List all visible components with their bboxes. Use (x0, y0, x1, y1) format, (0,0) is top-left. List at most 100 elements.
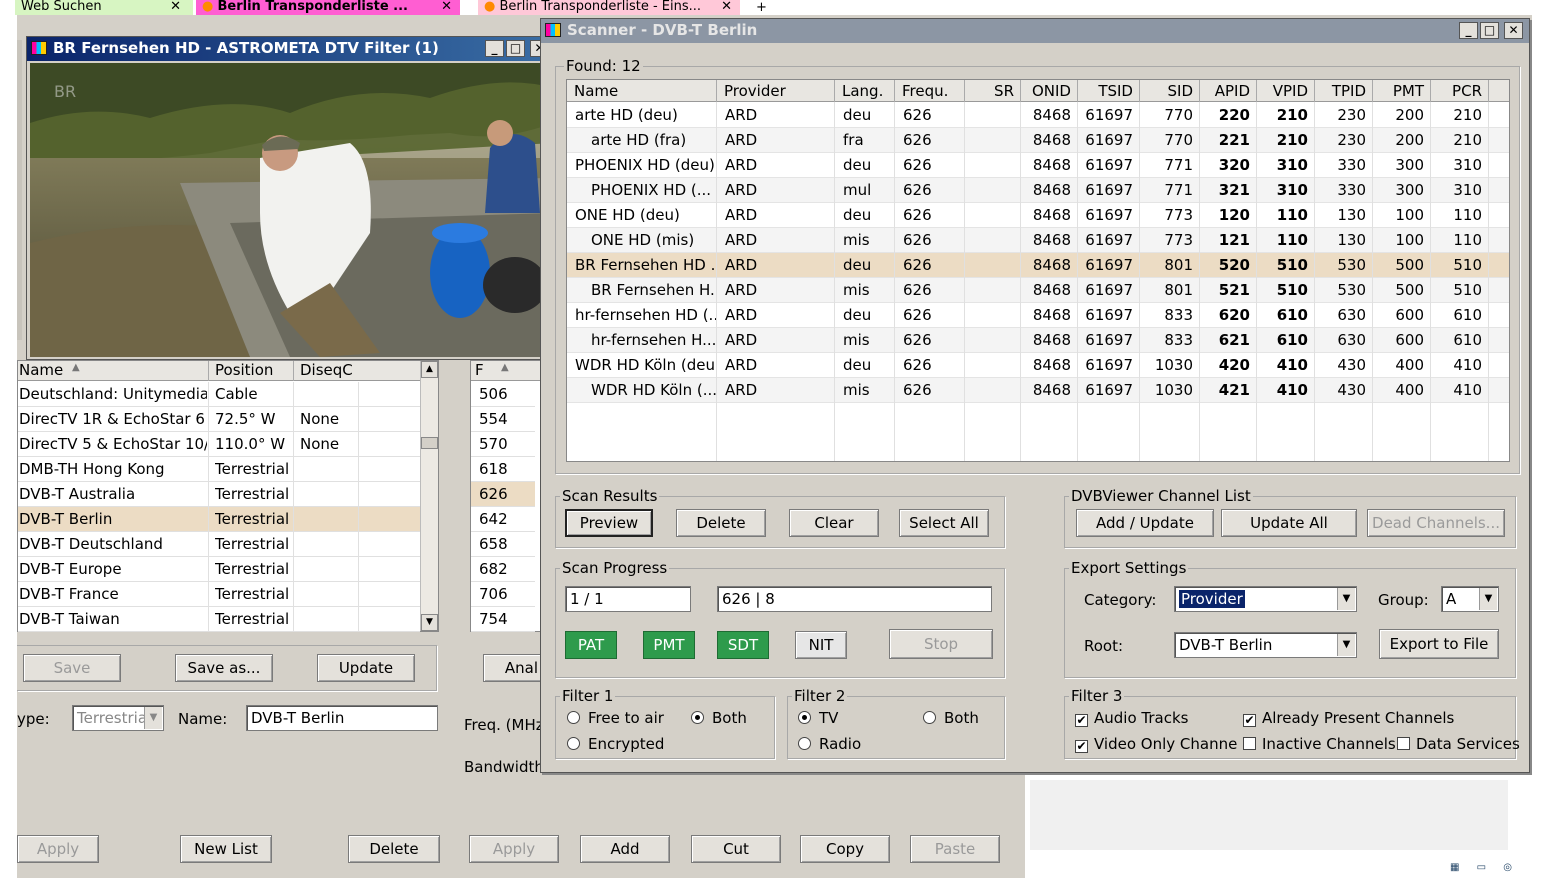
transponder-field[interactable]: 626 | 8 (717, 586, 992, 612)
add-button[interactable]: Add (580, 835, 670, 863)
frequency-row[interactable]: 658 (471, 532, 535, 557)
scrollbar-vertical[interactable]: ▲ ▼ (420, 361, 438, 631)
category-combo[interactable]: Provider ▼ (1174, 586, 1357, 612)
chevron-down-icon[interactable]: ▼ (1337, 634, 1355, 656)
column-header-onid[interactable]: ONID (1021, 80, 1078, 102)
frequency-row[interactable]: 570 (471, 432, 535, 457)
satellite-row[interactable]: DirecTV 5 & EchoStar 10/... 110.0° W None (18, 432, 420, 457)
satellite-row[interactable]: Deutschland: Unitymedia Cable (18, 382, 420, 407)
satellite-row[interactable]: DVB-T Berlin Terrestrial (18, 507, 420, 532)
maximize-icon[interactable]: □ (506, 40, 525, 57)
column-header-vpid[interactable]: VPID (1257, 80, 1315, 102)
dead-channels-button[interactable]: Dead Channels... (1367, 509, 1505, 537)
channel-row[interactable]: WDR HD Köln (deu) ARD deu 626 8468 61697 1030 4… (567, 353, 1509, 378)
channel-row[interactable]: PHOENIX HD (... ARD mul 626 8468 61697 771 321 3… (567, 178, 1509, 203)
channel-row[interactable]: hr-fernsehen H... ARD mis 626 8468 61697 833 62… (567, 328, 1509, 353)
frequency-row[interactable]: 554 (471, 407, 535, 432)
type-combo[interactable]: Terrestria ▼ (72, 705, 164, 731)
list-name-field[interactable]: DVB-T Berlin (246, 705, 438, 731)
scroll-down-icon[interactable]: ▼ (421, 614, 438, 631)
column-header-frequency[interactable]: F (475, 361, 484, 379)
frequency-row[interactable]: 618 (471, 457, 535, 482)
save-button[interactable]: Save (23, 654, 121, 682)
close-icon[interactable]: ✕ (441, 0, 452, 13)
encrypted-radio[interactable]: Encrypted (567, 735, 664, 753)
paste-button[interactable]: Paste (910, 835, 1000, 863)
frequency-row[interactable]: 626 (471, 482, 535, 507)
column-header-apid[interactable]: APID (1200, 80, 1257, 102)
channel-row[interactable]: arte HD (fra) ARD fra 626 8468 61697 770 221 210… (567, 128, 1509, 153)
filter1-both-radio[interactable]: Both (691, 709, 747, 727)
new-list-button[interactable]: New List (180, 835, 272, 863)
channel-row[interactable]: hr-fernsehen HD (... ARD deu 626 8468 61697 83… (567, 303, 1509, 328)
column-header-freq[interactable]: Frequ. (895, 80, 965, 102)
column-header-tsid[interactable]: TSID (1078, 80, 1140, 102)
browser-tab-berlin-2[interactable]: ● Berlin Transponderliste - Eins... ✕ (478, 0, 740, 15)
frequency-row[interactable]: 642 (471, 507, 535, 532)
column-header-sid[interactable]: SID (1140, 80, 1200, 102)
scroll-thumb[interactable] (421, 437, 438, 449)
maximize-icon[interactable]: □ (1480, 22, 1499, 39)
audio-tracks-checkbox[interactable]: ✔ Audio Tracks (1075, 709, 1188, 727)
column-header-tpid[interactable]: TPID (1315, 80, 1373, 102)
update-button[interactable]: Update (317, 654, 415, 682)
root-combo[interactable]: DVB-T Berlin ▼ (1174, 632, 1357, 658)
close-icon[interactable]: ✕ (1504, 22, 1523, 39)
satellite-row[interactable]: DMB-TH Hong Kong Terrestrial (18, 457, 420, 482)
browser-tab-web-suchen[interactable]: Web Suchen ✕ (15, 0, 193, 15)
frequency-row[interactable]: 506 (471, 382, 535, 407)
delete-list-button[interactable]: Delete (348, 835, 440, 863)
satellite-row[interactable]: DVB-T France Terrestrial (18, 582, 420, 607)
tv-radio[interactable]: TV (798, 709, 838, 727)
channel-row[interactable]: PHOENIX HD (deu) ARD deu 626 8468 61697 771 320… (567, 153, 1509, 178)
column-header-lang[interactable]: Lang. (835, 80, 895, 102)
channel-row[interactable]: ONE HD (deu) ARD deu 626 8468 61697 773 120 110 1… (567, 203, 1509, 228)
frequency-row[interactable]: 682 (471, 557, 535, 582)
frequency-row[interactable]: 754 (471, 607, 535, 632)
minimize-icon[interactable]: _ (485, 40, 504, 57)
column-header-position[interactable]: Position (208, 361, 273, 381)
satellite-row[interactable]: DirecTV 1R & EchoStar 6 ... 72.5° W None (18, 407, 420, 432)
channel-row[interactable]: BR Fernsehen HD ... ARD deu 626 8468 61697 801… (567, 253, 1509, 278)
column-header-pcr[interactable]: PCR (1431, 80, 1489, 102)
scanner-titlebar[interactable]: Scanner - DVB-T Berlin _ □ ✕ (541, 19, 1529, 43)
chevron-down-icon[interactable]: ▼ (1479, 588, 1497, 610)
preview-button[interactable]: Preview (565, 509, 653, 537)
inactive-channels-checkbox[interactable]: Inactive Channels (1243, 735, 1396, 753)
close-icon[interactable]: ✕ (170, 0, 181, 13)
satellite-row[interactable]: DVB-T Taiwan Terrestrial (18, 607, 420, 632)
free-to-air-radio[interactable]: Free to air (567, 709, 664, 727)
satellite-row[interactable]: DVB-T Deutschland Terrestrial (18, 532, 420, 557)
column-header-sr[interactable]: SR (965, 80, 1021, 102)
radio-radio[interactable]: Radio (798, 735, 861, 753)
frequency-row[interactable]: 706 (471, 582, 535, 607)
group-combo[interactable]: A ▼ (1441, 586, 1499, 612)
already-present-checkbox[interactable]: ✔ Already Present Channels (1243, 709, 1454, 727)
satellite-row[interactable]: DVB-T Europe Terrestrial (18, 557, 420, 582)
chevron-down-icon[interactable]: ▼ (1337, 588, 1355, 610)
scan-counter-field[interactable]: 1 / 1 (565, 586, 691, 612)
stop-button[interactable]: Stop (889, 629, 993, 659)
column-header-provider[interactable]: Provider (717, 80, 835, 102)
column-header-name[interactable]: Name (19, 361, 63, 379)
apply-button-freq[interactable]: Apply (469, 835, 559, 863)
preview-titlebar[interactable]: BR Fernsehen HD - ASTROMETA DTV Filter (… (27, 37, 555, 61)
minimize-icon[interactable]: _ (1459, 22, 1478, 39)
scroll-up-icon[interactable]: ▲ (421, 361, 438, 378)
apply-button-left[interactable]: Apply (17, 835, 99, 863)
delete-button[interactable]: Delete (676, 509, 766, 537)
export-to-file-button[interactable]: Export to File (1379, 629, 1499, 659)
channel-row[interactable]: WDR HD Köln (... ARD mis 626 8468 61697 1030 42… (567, 378, 1509, 403)
column-header-pmt[interactable]: PMT (1373, 80, 1431, 102)
add-update-button[interactable]: Add / Update (1076, 509, 1214, 537)
new-tab-button[interactable]: + (756, 0, 767, 15)
filter2-both-radio[interactable]: Both (923, 709, 979, 727)
select-all-button[interactable]: Select All (899, 509, 989, 537)
save-as-button[interactable]: Save as... (175, 654, 273, 682)
clear-button[interactable]: Clear (789, 509, 879, 537)
update-all-button[interactable]: Update All (1221, 509, 1357, 537)
channel-row[interactable]: ONE HD (mis) ARD mis 626 8468 61697 773 121 110 1… (567, 228, 1509, 253)
video-only-checkbox[interactable]: ✔ Video Only Channe (1075, 735, 1237, 753)
cut-button[interactable]: Cut (691, 835, 781, 863)
browser-tab-berlin-1[interactable]: ● Berlin Transponderliste ... ✕ (196, 0, 460, 15)
